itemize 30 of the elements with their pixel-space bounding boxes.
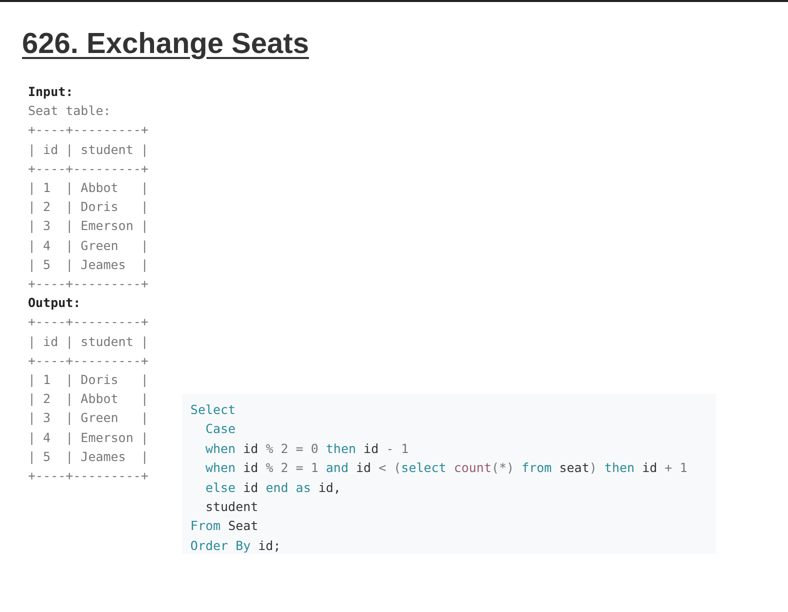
example-line: | 5 | Jeames | bbox=[28, 256, 148, 274]
example-line: Seat table: bbox=[28, 102, 112, 120]
example-line: +----+---------+ bbox=[28, 121, 148, 140]
example-label: Input: bbox=[28, 83, 74, 101]
example-label: Output: bbox=[28, 294, 82, 312]
example-line: | 2 | Doris | bbox=[28, 198, 148, 216]
code-line: when id % 2 = 1 and id < (select count(*) from seat) then id + 1 bbox=[204, 459, 688, 478]
example-line: | id | student | bbox=[28, 140, 148, 159]
example-line: | 4 | Green | bbox=[28, 236, 148, 255]
page-title: 626. Exchange Seats bbox=[22, 27, 309, 62]
code-line: From Seat bbox=[190, 517, 258, 536]
example-line: | 4 | Emerson | bbox=[28, 428, 148, 447]
example-line: +----+---------+ bbox=[28, 275, 148, 294]
code-line: student bbox=[204, 498, 258, 516]
code-line: Select bbox=[190, 401, 236, 419]
example-line: +----+---------+ bbox=[28, 352, 148, 370]
code-line: Case bbox=[204, 420, 236, 438]
example-line: +----+---------+ bbox=[28, 160, 148, 178]
example-line: | id | student | bbox=[28, 332, 148, 351]
example-line: | 1 | Abbot | bbox=[28, 179, 148, 198]
example-line: | 1 | Doris | bbox=[28, 371, 148, 390]
code-line: Order By id; bbox=[190, 536, 281, 555]
example-line: | 2 | Abbot | bbox=[28, 390, 148, 408]
example-line: +----+---------+ bbox=[28, 313, 148, 332]
example-line: | 5 | Jeames | bbox=[28, 448, 148, 466]
code-line: when id % 2 = 0 then id - 1 bbox=[204, 440, 409, 458]
example-line: | 3 | Emerson | bbox=[28, 217, 148, 236]
example-line: +----+---------+ bbox=[28, 467, 148, 486]
code-line: else id end as id, bbox=[204, 478, 341, 497]
example-line: | 3 | Green | bbox=[28, 409, 148, 428]
